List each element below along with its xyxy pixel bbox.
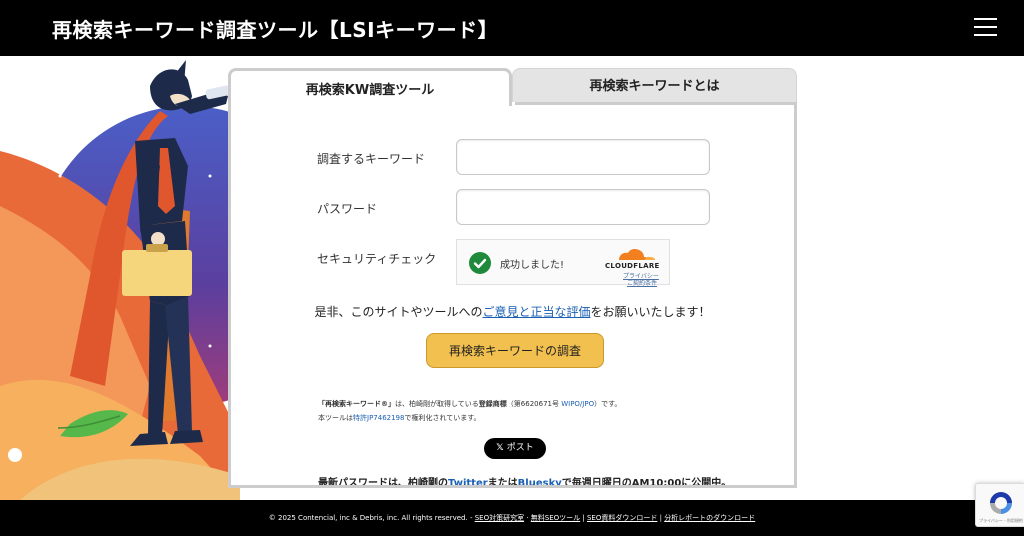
feedback-link[interactable]: ご意見と正当な評価	[482, 305, 590, 319]
feedback-suffix: をお願いいたします！	[590, 305, 711, 319]
password-note-prefix: 最新パスワードは、柏崎剛の	[318, 478, 448, 488]
hamburger-menu-icon[interactable]	[974, 18, 997, 38]
patent-link[interactable]: 特許JP7462198	[353, 414, 404, 422]
post-label: ポスト	[506, 443, 534, 453]
footer-link-seo-lab[interactable]: SEO対策研究室	[475, 514, 524, 522]
tool-panel: 調査するキーワード パスワード セキュリティチェック 成功しました! CLOUD…	[228, 102, 797, 488]
trademark-text3: ）です。	[594, 400, 622, 408]
footer-link-seo-docs[interactable]: SEO資料ダウンロード	[587, 514, 657, 522]
password-note-middle: または	[487, 478, 518, 488]
site-header: 再検索キーワード調査ツール【LSIキーワード】	[0, 0, 1024, 56]
panel-divider	[515, 102, 794, 105]
feedback-request: 是非、このサイトやツールへのご意見と正当な評価をお願いいたします！	[231, 303, 794, 320]
footer-link-free-tools[interactable]: 無料SEOツール	[531, 514, 580, 522]
x-post-button[interactable]: 𝕏 ポスト	[484, 438, 546, 459]
password-note-suffix: で毎週日曜日のAM10:00に公開中。	[561, 478, 732, 488]
recaptcha-links[interactable]: プライバシー - 利用規約	[979, 518, 1023, 524]
password-input[interactable]	[456, 189, 710, 225]
tab-about-kw[interactable]: 再検索キーワードとは	[512, 68, 797, 102]
bluesky-link[interactable]: Bluesky	[518, 478, 562, 485]
feedback-prefix: 是非、このサイトやツールへの	[314, 305, 483, 319]
cloudflare-brand: CLOUDFLARE	[605, 262, 660, 270]
patent-note: 本ツールは特許JP7462198で権利化されています。	[318, 413, 481, 423]
cloudflare-cloud-icon	[619, 249, 655, 260]
trademark-term: 「再検索キーワード®」	[318, 400, 395, 408]
cloudflare-turnstile-widget[interactable]: 成功しました! CLOUDFLARE プライバシー ご契約条件	[456, 239, 670, 287]
keyword-label: 調査するキーワード	[317, 152, 426, 166]
keyword-input[interactable]	[456, 139, 710, 175]
copyright: © 2025 Contencial, inc & Debris, inc. Al…	[268, 514, 468, 522]
recaptcha-badge[interactable]: プライバシー - 利用規約	[975, 483, 1024, 527]
patent-suffix: で権利化されています。	[404, 414, 481, 422]
hero-illustration	[0, 60, 240, 500]
turnstile-status: 成功しました!	[500, 260, 565, 271]
trademark-note: 「再検索キーワード®」は、柏崎剛が取得している登録商標（第6620671号 WI…	[318, 399, 621, 409]
search-keyword-button[interactable]: 再検索キーワードの調査	[426, 333, 604, 368]
recaptcha-icon	[990, 492, 1012, 514]
trademark-text1: は、柏崎剛が取得している	[395, 400, 479, 408]
trademark-text2: （第6620671号	[506, 400, 562, 408]
twitter-link[interactable]: Twitter	[448, 478, 488, 485]
x-logo-icon: 𝕏	[496, 443, 507, 453]
password-note: 最新パスワードは、柏崎剛のTwitterまたはBlueskyで毎週日曜日のAM1…	[318, 474, 732, 488]
wipo-link[interactable]: WIPO/JPO	[561, 400, 594, 408]
site-title[interactable]: 再検索キーワード調査ツール【LSIキーワード】	[52, 14, 498, 43]
security-check-label: セキュリティチェック	[317, 252, 437, 266]
footer-dash: -	[467, 514, 475, 522]
footer-link-report[interactable]: 分析レポートのダウンロード	[664, 514, 755, 522]
success-check-icon	[469, 252, 491, 274]
tab-kw-tool[interactable]: 再検索KW調査ツール	[228, 68, 512, 106]
site-footer: © 2025 Contencial, inc & Debris, inc. Al…	[0, 500, 1024, 536]
turnstile-terms-link[interactable]: ご契約条件	[627, 278, 657, 287]
trademark-registered: 登録商標	[478, 400, 507, 408]
password-label: パスワード	[317, 202, 378, 216]
patent-prefix: 本ツールは	[318, 414, 353, 422]
